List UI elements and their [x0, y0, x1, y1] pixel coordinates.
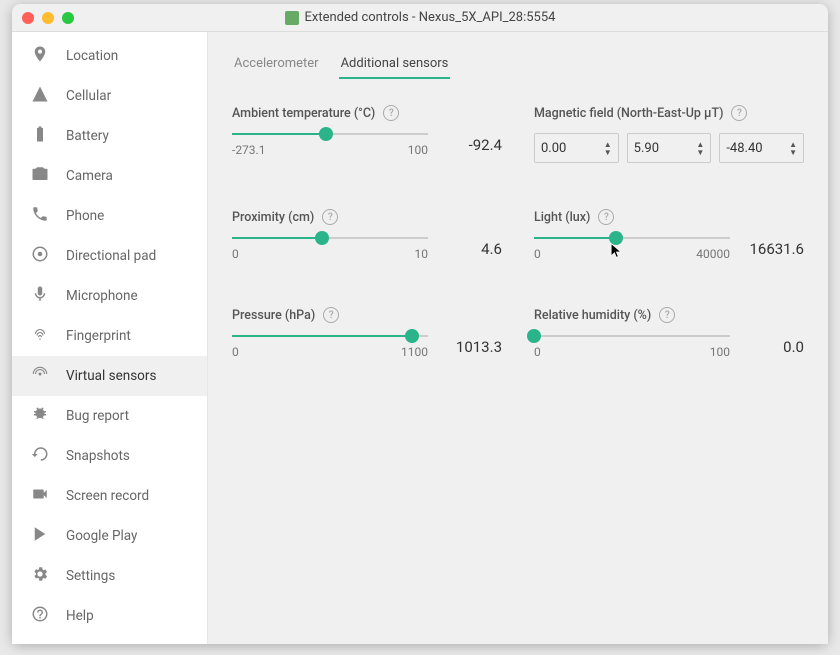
sidebar-item-battery[interactable]: Battery [12, 116, 207, 156]
sidebar-item-snapshot[interactable]: Snapshots [12, 436, 207, 476]
cellular-icon [30, 85, 50, 107]
sidebar-item-phone[interactable]: Phone [12, 196, 207, 236]
main-panel: Accelerometer Additional sensors Ambient … [208, 32, 828, 644]
proximity-value: 4.6 [442, 240, 502, 258]
sidebar-item-camera[interactable]: Camera [12, 156, 207, 196]
sidebar-item-label: Help [66, 608, 94, 624]
titlebar: Extended controls - Nexus_5X_API_28:5554 [12, 4, 828, 32]
light-label: Light (lux) [534, 210, 590, 225]
window-title: Extended controls - Nexus_5X_API_28:5554 [305, 10, 556, 25]
window: Extended controls - Nexus_5X_API_28:5554… [12, 4, 828, 644]
sidebar-item-label: Microphone [66, 288, 138, 304]
help-icon[interactable]: ? [383, 105, 399, 121]
help-icon[interactable]: ? [731, 105, 747, 121]
bug-icon [30, 405, 50, 427]
location-icon [30, 45, 50, 67]
magnetic-z-stepper[interactable]: -48.40 ▲▼ [719, 133, 804, 163]
close-button[interactable] [22, 12, 34, 24]
proximity-label: Proximity (cm) [232, 210, 314, 225]
app-icon [285, 11, 299, 25]
help-icon[interactable]: ? [598, 209, 614, 225]
sidebar-item-label: Bug report [66, 408, 129, 424]
ambient-temperature-label: Ambient temperature (°C) [232, 106, 375, 121]
battery-icon [30, 125, 50, 147]
sidebar-item-dpad[interactable]: Directional pad [12, 236, 207, 276]
pressure-slider[interactable] [232, 335, 428, 337]
play-icon [30, 525, 50, 547]
magnetic-x-stepper[interactable]: 0.00 ▲▼ [534, 133, 619, 163]
mic-icon [30, 285, 50, 307]
tab-additional-sensors[interactable]: Additional sensors [339, 50, 451, 79]
sidebar-item-mic[interactable]: Microphone [12, 276, 207, 316]
minimize-button[interactable] [42, 12, 54, 24]
sidebar-item-label: Battery [66, 128, 109, 144]
tab-accelerometer[interactable]: Accelerometer [232, 50, 321, 79]
sidebar-item-bug[interactable]: Bug report [12, 396, 207, 436]
ambient-temperature-block: Ambient temperature (°C) ? -273.1 100 [232, 105, 502, 163]
settings-icon [30, 565, 50, 587]
sidebar-item-record[interactable]: Screen record [12, 476, 207, 516]
sidebar-item-sensors[interactable]: Virtual sensors [12, 356, 207, 396]
light-slider[interactable] [534, 237, 730, 239]
ambient-slider[interactable] [232, 133, 428, 135]
sidebar-item-label: Google Play [66, 528, 137, 544]
humidity-label: Relative humidity (%) [534, 308, 651, 323]
humidity-slider[interactable] [534, 335, 730, 337]
proximity-block: Proximity (cm) ? 0 10 [232, 209, 502, 261]
sidebar-item-label: Fingerprint [66, 328, 131, 344]
sidebar-item-play[interactable]: Google Play [12, 516, 207, 556]
sidebar-item-label: Virtual sensors [66, 368, 156, 384]
help-icon[interactable]: ? [659, 307, 675, 323]
zoom-button[interactable] [62, 12, 74, 24]
sidebar-item-label: Settings [66, 568, 115, 584]
sidebar-item-label: Phone [66, 208, 104, 224]
sidebar-item-label: Camera [66, 168, 113, 184]
sidebar-item-label: Screen record [66, 488, 149, 504]
sidebar-item-fingerprint[interactable]: Fingerprint [12, 316, 207, 356]
help-icon[interactable]: ? [322, 209, 338, 225]
proximity-slider[interactable] [232, 237, 428, 239]
ambient-value: -92.4 [442, 136, 502, 154]
sidebar-item-label: Directional pad [66, 248, 156, 264]
sidebar-item-help[interactable]: Help [12, 596, 207, 636]
light-value: 16631.6 [744, 240, 804, 258]
help-icon [30, 605, 50, 627]
sidebar-item-label: Cellular [66, 88, 111, 104]
magnetic-field-label: Magnetic field (North-East-Up μT) [534, 106, 723, 121]
humidity-value: 0.0 [744, 338, 804, 356]
camera-icon [30, 165, 50, 187]
pressure-label: Pressure (hPa) [232, 308, 315, 323]
sidebar-item-location[interactable]: Location [12, 36, 207, 76]
dpad-icon [30, 245, 50, 267]
sensors-icon [30, 365, 50, 387]
magnetic-field-block: Magnetic field (North-East-Up μT) ? 0.00… [534, 105, 804, 163]
sidebar-item-cellular[interactable]: Cellular [12, 76, 207, 116]
humidity-block: Relative humidity (%) ? 0 100 [534, 307, 804, 359]
snapshot-icon [30, 445, 50, 467]
help-icon[interactable]: ? [323, 307, 339, 323]
light-block: Light (lux) ? 0 40000 [534, 209, 804, 261]
phone-icon [30, 205, 50, 227]
sidebar: Location Cellular Battery Camera Phone Direct… [12, 32, 208, 644]
sidebar-item-label: Snapshots [66, 448, 130, 464]
sidebar-item-settings[interactable]: Settings [12, 556, 207, 596]
pressure-value: 1013.3 [442, 338, 502, 356]
magnetic-y-stepper[interactable]: 5.90 ▲▼ [627, 133, 712, 163]
fingerprint-icon [30, 325, 50, 347]
pressure-block: Pressure (hPa) ? 0 1100 [232, 307, 502, 359]
record-icon [30, 485, 50, 507]
sidebar-item-label: Location [66, 48, 118, 64]
